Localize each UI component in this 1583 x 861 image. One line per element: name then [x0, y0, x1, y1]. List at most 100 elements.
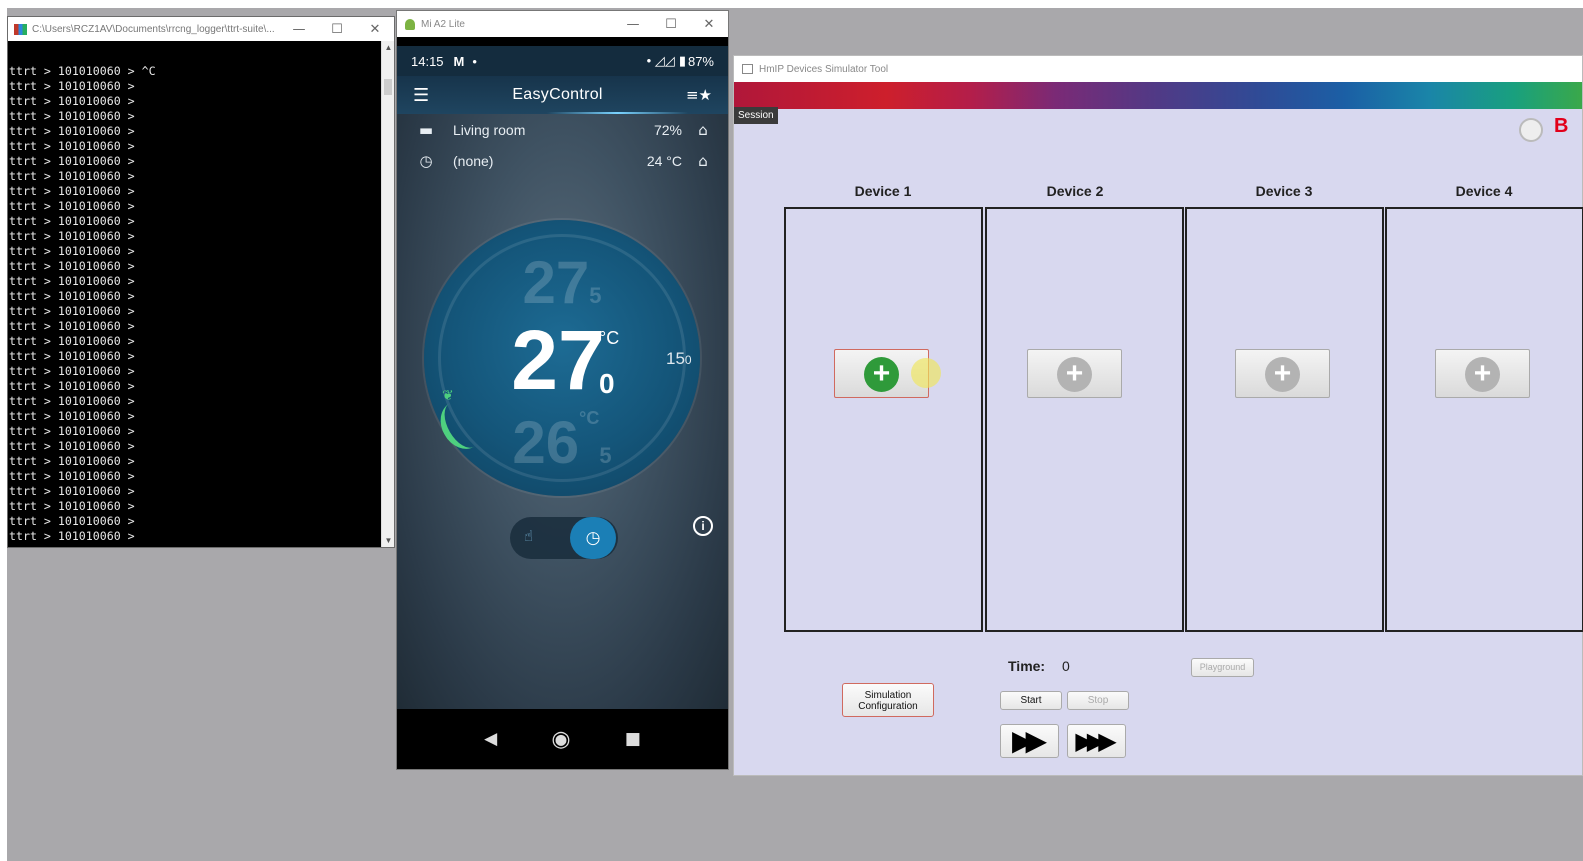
brand-letter: B — [1554, 115, 1569, 137]
manual-mode-icon[interactable]: ☝ — [524, 527, 533, 545]
menu-icon[interactable]: ☰ — [413, 85, 429, 106]
phone-titlebar[interactable]: Mi A2 Lite — ☐ ✕ — [397, 11, 728, 37]
console-line: ttrt > 101010060 > — [9, 334, 135, 348]
console-line: ttrt > 101010060 > — [9, 394, 135, 408]
simulation-configuration-button[interactable]: Simulation Configuration — [842, 683, 934, 717]
simulator-window[interactable]: HmIP Devices Simulator Tool Session B De… — [733, 55, 1583, 776]
schedule-row[interactable]: ◷ (none) 24 °C ⌂ — [397, 145, 728, 176]
app-bar: ☰ EasyControl ≡★ — [397, 76, 728, 114]
info-icon[interactable]: i — [693, 516, 713, 536]
device-1-panel: + — [784, 207, 983, 632]
console-line: ttrt > 101010060 > — [9, 514, 135, 528]
console-line: ttrt > 101010060 > — [9, 529, 135, 543]
room-row[interactable]: ▬ Living room 72% ⌂ — [397, 114, 728, 145]
sim-config-line2: Configuration — [858, 701, 918, 712]
setpoint-up-value[interactable]: 275 — [424, 248, 700, 317]
fast-forward-button[interactable]: ▶▶ — [1000, 724, 1059, 758]
time-value: 0 — [1062, 658, 1070, 674]
scroll-down-icon[interactable]: ▼ — [382, 536, 395, 545]
maximize-icon[interactable]: ☐ — [318, 22, 356, 37]
connection-icon[interactable] — [1519, 118, 1543, 142]
current-unit: °C — [599, 328, 620, 348]
add-device-2-button[interactable]: + — [1027, 349, 1122, 398]
console-line: ttrt > 101010060 > — [9, 124, 135, 138]
playground-button[interactable]: Playground — [1191, 658, 1254, 677]
console-line: ttrt > 101010060 > — [9, 244, 135, 258]
console-line: ttrt > 101010060 > — [9, 469, 135, 483]
console-line: ttrt > 101010060 > — [9, 289, 135, 303]
maximize-icon[interactable]: ☐ — [652, 17, 690, 32]
console-line: ttrt > 101010060 > — [9, 109, 135, 123]
start-button[interactable]: Start — [1000, 691, 1062, 710]
console-line: ttrt > 101010060 > — [9, 424, 135, 438]
console-output: ttrt > 101010060 > ^C ttrt > 101010060 > t… — [8, 47, 380, 547]
console-line: ttrt > 101010060 > — [9, 379, 135, 393]
device-3-panel: + — [1185, 207, 1384, 632]
console-line: ttrt > 101010060 > — [9, 364, 135, 378]
mode-toggle[interactable]: ☝ ◷ — [510, 517, 618, 559]
device-2-label: Device 2 — [1046, 183, 1104, 199]
home-icon[interactable]: ◉ — [551, 727, 570, 752]
scroll-up-icon[interactable]: ▲ — [382, 43, 395, 52]
window-icon — [742, 64, 753, 74]
faster-forward-button[interactable]: ▶▶▶ — [1067, 724, 1126, 758]
console-line: ttrt > 101010060 > — [9, 214, 135, 228]
console-line: ttrt > 101010060 > — [9, 409, 135, 423]
temperature-dial[interactable]: 275 27 °C 0 26°C5 150 ❦ — [424, 220, 700, 496]
time-label: Time: — [1008, 658, 1046, 674]
simulator-title: HmIP Devices Simulator Tool — [759, 63, 889, 75]
sofa-icon: ▬ — [418, 120, 434, 139]
close-icon[interactable]: ✕ — [690, 17, 728, 32]
schedule-clock-icon: ◷ — [419, 151, 433, 170]
current-setpoint: 27 — [511, 313, 605, 407]
plus-icon: + — [1265, 357, 1300, 392]
device-2-panel: + — [985, 207, 1184, 632]
close-icon[interactable]: ✕ — [356, 22, 394, 37]
console-app-icon — [14, 23, 27, 35]
device-3-label: Device 3 — [1255, 183, 1313, 199]
android-navbar: ◀ ◉ ■ — [397, 709, 728, 769]
battery-icon: ▮ — [678, 53, 686, 68]
plus-icon: + — [864, 357, 899, 392]
console-line: ttrt > 101010060 > — [9, 94, 135, 108]
console-line: ttrt > 101010060 > — [9, 274, 135, 288]
plus-icon: + — [1465, 357, 1500, 392]
console-window[interactable]: C:\Users\RCZ1AV\Documents\rrcng_logger\t… — [7, 16, 395, 548]
add-device-3-button[interactable]: + — [1235, 349, 1330, 398]
outside-temperature: 24 °C — [646, 152, 682, 169]
console-line: ttrt > 101010060 > — [9, 184, 135, 198]
plus-icon: + — [1057, 357, 1092, 392]
recents-icon[interactable]: ■ — [625, 729, 641, 749]
back-icon[interactable]: ◀ — [484, 729, 497, 749]
side-temperature: 150 — [666, 349, 692, 368]
console-titlebar[interactable]: C:\Users\RCZ1AV\Documents\rrcng_logger\t… — [8, 17, 394, 41]
scroll-thumb[interactable] — [384, 79, 392, 95]
phone-mirror-window[interactable]: Mi A2 Lite — ☐ ✕ 14:15 M • • ◿◿ ▮ 87% ☰ … — [396, 10, 729, 770]
simulator-titlebar[interactable]: HmIP Devices Simulator Tool — [734, 56, 1582, 82]
minimize-icon[interactable]: — — [280, 22, 318, 37]
status-time: 14:15 — [411, 53, 444, 69]
minimize-icon[interactable]: — — [614, 17, 652, 32]
console-line: ttrt > 101010060 > — [9, 154, 135, 168]
home-humidity-icon: ⌂ — [698, 120, 708, 139]
auto-mode-clock-icon[interactable]: ◷ — [570, 517, 616, 559]
add-device-4-button[interactable]: + — [1435, 349, 1530, 398]
console-line: ttrt > 101010060 > — [9, 139, 135, 153]
cursor-highlight — [911, 358, 941, 388]
console-line: ttrt > 101010060 > — [9, 229, 135, 243]
notification-dot-icon: • — [472, 53, 477, 69]
stop-button[interactable]: Stop — [1067, 691, 1129, 710]
favorites-list-icon[interactable]: ≡★ — [686, 86, 712, 104]
room-name: Living room — [453, 121, 526, 138]
mail-icon: M — [453, 53, 465, 69]
console-line: ttrt > 101010060 > — [9, 79, 135, 93]
console-line: ttrt > 101010060 > — [9, 259, 135, 273]
console-scrollbar[interactable]: ▲ ▼ — [381, 41, 394, 547]
phone-screen: 14:15 M • • ◿◿ ▮ 87% ☰ EasyControl ≡★ ▬ … — [397, 46, 728, 718]
console-title: C:\Users\RCZ1AV\Documents\rrcng_logger\t… — [32, 23, 275, 35]
desktop: C:\Users\RCZ1AV\Documents\rrcng_logger\t… — [7, 8, 1583, 861]
current-decimal: 0 — [599, 368, 615, 399]
humidity-value: 72% — [653, 121, 682, 138]
console-line: ttrt > 101010060 > — [9, 349, 135, 363]
phone-window-title: Mi A2 Lite — [421, 18, 465, 30]
